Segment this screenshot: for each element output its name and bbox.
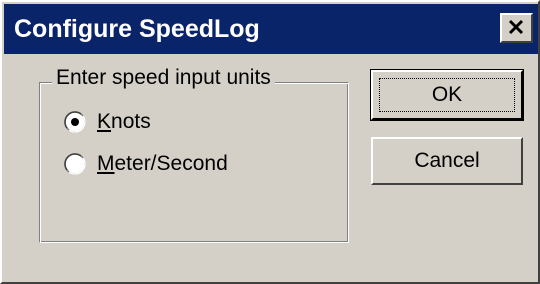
groupbox-label: Enter speed input units: [52, 64, 275, 92]
title-bar[interactable]: Configure SpeedLog: [4, 4, 538, 54]
radio-meter-second-indicator[interactable]: [64, 153, 86, 175]
cancel-button[interactable]: Cancel: [371, 137, 523, 185]
radio-knots-indicator[interactable]: [64, 111, 86, 133]
radio-knots-label: Knots: [97, 110, 151, 133]
ok-button[interactable]: OK: [370, 69, 524, 121]
radio-meter-second-label: Meter/Second: [97, 152, 228, 175]
cancel-button-label: Cancel: [414, 149, 480, 172]
window-title: Configure SpeedLog: [14, 15, 260, 43]
ok-button-label: OK: [431, 83, 463, 106]
close-button[interactable]: [500, 13, 533, 43]
close-icon: [508, 19, 524, 35]
dialog-window: Configure SpeedLog Enter speed input uni…: [0, 0, 540, 284]
